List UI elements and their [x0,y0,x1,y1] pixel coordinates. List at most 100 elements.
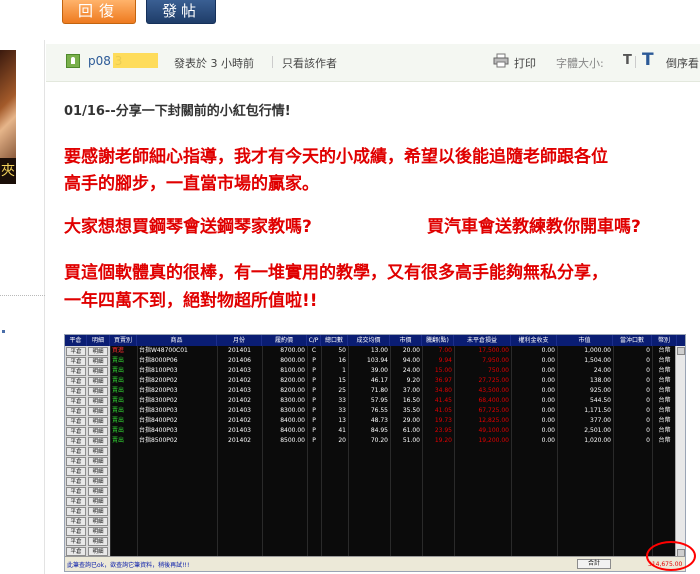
close-position-button[interactable]: 平倉 [66,536,86,546]
column-header[interactable]: 幣別 [652,335,677,346]
table-cell-avg: 39.00 [370,367,388,374]
detail-button[interactable]: 明細 [88,346,108,356]
column-header[interactable]: 月份 [217,335,262,346]
table-grid-line [511,346,512,556]
detail-button[interactable]: 明細 [88,536,108,546]
close-position-button[interactable]: 平倉 [66,396,86,406]
close-position-button[interactable]: 平倉 [66,456,86,466]
table-grid-line [137,346,138,556]
table-cell-mkt: 37.00 [402,387,420,394]
table-cell-value: 377.00 [590,417,611,424]
table-grid-line [307,346,308,556]
print-icon[interactable] [493,53,509,68]
font-small-button[interactable]: T [623,53,632,68]
scroll-up-arrow-icon[interactable] [677,347,685,355]
table-cell-month: 201403 [228,367,251,374]
column-header[interactable]: 買賣別 [110,335,137,346]
table-cell-pnl: 27,725.00 [478,377,509,384]
detail-button[interactable]: 明細 [88,356,108,366]
close-position-button[interactable]: 平倉 [66,516,86,526]
table-cell-avg: 103.94 [367,357,388,364]
column-header[interactable]: 當沖口數 [613,335,652,346]
detail-button[interactable]: 明細 [88,366,108,376]
detail-button[interactable]: 明細 [88,416,108,426]
close-position-button[interactable]: 平倉 [66,386,86,396]
table-grid-line [422,346,423,556]
column-header[interactable]: 成交均價 [348,335,390,346]
reply-button[interactable]: 回復 [62,0,136,24]
table-cell-pts: 34.80 [434,387,452,394]
new-post-button[interactable]: 發帖 [146,0,216,24]
detail-button[interactable]: 明細 [88,386,108,396]
table-cell-pnl: 49,100.00 [478,427,509,434]
avatar[interactable]: 夾 [0,50,16,184]
total-button[interactable]: 合計 [577,559,611,569]
print-link[interactable]: 打印 [514,55,536,71]
table-cell-cur: 台幣 [658,427,671,434]
reverse-order-link[interactable]: 倒序看 [666,55,699,71]
detail-button[interactable]: 明細 [88,486,108,496]
close-position-button[interactable]: 平倉 [66,436,86,446]
table-cell-mkt: 94.00 [402,357,420,364]
table-cell-side: 賣出 [112,427,125,434]
column-header[interactable]: 總口數 [321,335,348,346]
vertical-scrollbar[interactable] [675,346,685,558]
detail-button[interactable]: 明細 [88,406,108,416]
table-cell-mkt: 24.00 [402,367,420,374]
close-position-button[interactable]: 平倉 [66,546,86,556]
post-text-line: 大家想想買鋼琴會送鋼琴家教嗎? [64,217,312,237]
table-grid-line [652,346,653,556]
close-position-button[interactable]: 平倉 [66,426,86,436]
close-position-button[interactable]: 平倉 [66,476,86,486]
column-header[interactable]: 未平倉損益 [454,335,511,346]
detail-button[interactable]: 明細 [88,456,108,466]
table-cell-qty: 33 [338,397,346,404]
detail-button[interactable]: 明細 [88,396,108,406]
close-position-button[interactable]: 平倉 [66,466,86,476]
column-header[interactable]: C/P [307,335,321,346]
detail-button[interactable]: 明細 [88,426,108,436]
detail-button[interactable]: 明細 [88,446,108,456]
column-header[interactable]: 市值 [557,335,613,346]
close-position-button[interactable]: 平倉 [66,496,86,506]
detail-button[interactable]: 明細 [88,546,108,556]
table-grid-line [454,346,455,556]
table-cell-month: 201402 [228,397,251,404]
close-position-button[interactable]: 平倉 [66,376,86,386]
only-author-link[interactable]: 只看該作者 [282,55,337,71]
detail-button[interactable]: 明細 [88,496,108,506]
table-cell-product: 台指8000P06 [139,357,178,364]
table-cell-cp: P [312,407,316,414]
close-position-button[interactable]: 平倉 [66,416,86,426]
close-position-button[interactable]: 平倉 [66,506,86,516]
column-header[interactable]: 商品 [137,335,217,346]
font-large-button[interactable]: T [642,50,654,70]
close-position-button[interactable]: 平倉 [66,446,86,456]
detail-button[interactable]: 明細 [88,466,108,476]
close-position-button[interactable]: 平倉 [66,406,86,416]
detail-button[interactable]: 明細 [88,436,108,446]
post-time: 發表於 3 小時前 [174,57,254,70]
column-header[interactable]: 明細 [87,335,110,346]
column-header[interactable]: 騰翻(點) [422,335,454,346]
column-header[interactable]: 權利金收支 [511,335,557,346]
column-header[interactable]: 市價 [390,335,422,346]
table-cell-day: 0 [646,357,650,364]
table-cell-pts: 19.73 [434,417,452,424]
detail-button[interactable]: 明細 [88,476,108,486]
table-cell-mkt: 61.00 [402,427,420,434]
user-online-icon [66,54,80,68]
detail-button[interactable]: 明細 [88,516,108,526]
detail-button[interactable]: 明細 [88,526,108,536]
table-cell-cur: 台幣 [658,397,671,404]
detail-button[interactable]: 明細 [88,506,108,516]
close-position-button[interactable]: 平倉 [66,366,86,376]
detail-button[interactable]: 明細 [88,376,108,386]
column-header[interactable]: 平倉 [65,335,87,346]
table-grid-line [348,346,349,556]
close-position-button[interactable]: 平倉 [66,486,86,496]
close-position-button[interactable]: 平倉 [66,526,86,536]
close-position-button[interactable]: 平倉 [66,356,86,366]
column-header[interactable]: 履約價 [262,335,307,346]
close-position-button[interactable]: 平倉 [66,346,86,356]
